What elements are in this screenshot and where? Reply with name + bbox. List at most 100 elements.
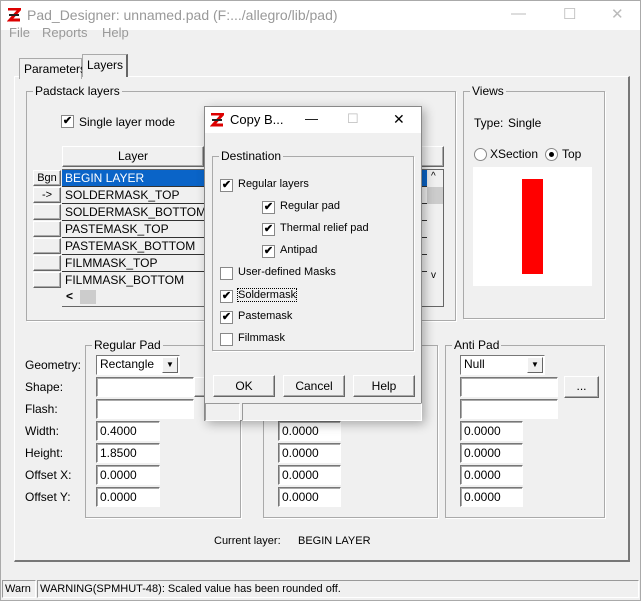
padstack-layers-label: Padstack layers — [33, 84, 122, 98]
row-button[interactable] — [33, 204, 61, 220]
row-button[interactable]: -> — [33, 187, 61, 203]
chevron-down-icon[interactable]: ▼ — [527, 357, 543, 373]
dialog-title-bar: Copy B... — ☐ ✕ — [205, 107, 421, 133]
layer-column-header[interactable]: Layer — [62, 146, 204, 167]
vscroll-thumb[interactable] — [427, 187, 443, 204]
type-value: Single — [508, 116, 542, 130]
dialog-maximize-button[interactable]: ☐ — [347, 111, 359, 127]
pad-preview — [473, 167, 592, 286]
option-checkbox[interactable]: ✔ — [262, 223, 275, 236]
option-label: Pastemask — [238, 310, 293, 322]
option-checkbox[interactable] — [220, 267, 233, 280]
app-logo-icon — [210, 113, 224, 127]
dialog-title: Copy B... — [230, 112, 284, 127]
tab-layers[interactable]: Layers — [82, 54, 128, 77]
dialog-status-right — [242, 403, 422, 421]
help-button[interactable]: Help — [353, 375, 415, 397]
option-checkbox[interactable] — [220, 333, 233, 346]
row-button[interactable] — [33, 255, 61, 271]
regular-pad-label: Regular Pad — [92, 338, 163, 352]
thermal-offset-y-input[interactable]: 0.0000 — [278, 487, 341, 507]
type-label: Type: — [474, 116, 504, 130]
xsection-label: XSection — [490, 147, 539, 161]
app-logo-icon — [7, 8, 21, 22]
option-label: Regular pad — [280, 200, 340, 212]
width-label: Width: — [25, 424, 60, 438]
dialog-close-button[interactable]: ✕ — [393, 111, 405, 128]
option-label: Filmmask — [238, 332, 286, 344]
thermal-width-input[interactable]: 0.0000 — [278, 421, 341, 441]
top-radio[interactable] — [545, 148, 558, 161]
anti-shape-input[interactable] — [460, 377, 558, 397]
minimize-button[interactable]: — — [511, 5, 526, 22]
current-layer-value: BEGIN LAYER — [298, 535, 371, 547]
option-label: User-defined Masks — [238, 266, 336, 278]
copy-dialog: Copy B... — ☐ ✕ Destination ✔ Regular lay… — [204, 106, 422, 421]
regular-offset-y-input[interactable]: 0.0000 — [96, 487, 160, 507]
anti-height-input[interactable]: 0.0000 — [460, 443, 523, 463]
top-label: Top — [562, 147, 582, 161]
geometry-label: Geometry: — [25, 358, 82, 372]
destination-label: Destination — [219, 149, 284, 163]
dialog-status-left — [205, 403, 240, 421]
scroll-up-icon[interactable]: ^ — [431, 171, 436, 182]
row-button[interactable] — [33, 272, 61, 288]
menu-help[interactable]: Help — [102, 25, 129, 40]
status-level: Warn — [2, 580, 36, 598]
single-layer-mode-checkbox[interactable]: ✔ — [61, 115, 74, 128]
single-layer-mode-label: Single layer mode — [79, 115, 176, 129]
anti-shape-browse-button[interactable]: ... — [564, 376, 599, 398]
ok-button[interactable]: OK — [213, 375, 275, 397]
anti-width-input[interactable]: 0.0000 — [460, 421, 523, 441]
dialog-minimize-button[interactable]: — — [305, 111, 318, 126]
column-header-2[interactable] — [420, 146, 444, 167]
title-bar: Pad_Designer: unnamed.pad (F:.../allegro… — [1, 1, 640, 30]
scroll-left-icon[interactable]: < — [66, 289, 73, 303]
regular-width-input[interactable]: 0.4000 — [96, 421, 160, 441]
regular-height-input[interactable]: 1.8500 — [96, 443, 160, 463]
status-message: WARNING(SPMHUT-48): Scaled value has bee… — [37, 580, 639, 598]
shape-label: Shape: — [25, 380, 64, 394]
anti-offset-x-input[interactable]: 0.0000 — [460, 465, 523, 485]
window-title: Pad_Designer: unnamed.pad (F:.../allegro… — [27, 7, 338, 23]
regular-offset-x-input[interactable]: 0.0000 — [96, 465, 160, 485]
menu-file[interactable]: File — [9, 25, 30, 40]
regular-geometry-select[interactable]: Rectangle ▼ — [96, 355, 180, 375]
maximize-button[interactable]: ☐ — [563, 5, 576, 23]
option-checkbox[interactable]: ✔ — [262, 245, 275, 258]
row-button[interactable] — [33, 238, 61, 254]
scroll-thumb[interactable] — [80, 290, 96, 304]
offset-x-label: Offset X: — [25, 468, 72, 482]
row-button[interactable]: Bgn — [33, 170, 61, 186]
option-checkbox[interactable]: ✔ — [220, 290, 233, 303]
anti-offset-y-input[interactable]: 0.0000 — [460, 487, 523, 507]
option-checkbox[interactable]: ✔ — [262, 201, 275, 214]
chevron-down-icon[interactable]: ▼ — [162, 357, 178, 373]
offset-y-label: Offset Y: — [25, 490, 71, 504]
anti-flash-input[interactable] — [460, 399, 558, 419]
regular-flash-input[interactable] — [96, 399, 194, 419]
thermal-offset-x-input[interactable]: 0.0000 — [278, 465, 341, 485]
regular-shape-input[interactable] — [96, 377, 194, 397]
anti-geometry-select[interactable]: Null ▼ — [460, 355, 545, 375]
menu-reports[interactable]: Reports — [42, 25, 88, 40]
close-button[interactable]: ✕ — [611, 5, 624, 23]
anti-pad-label: Anti Pad — [452, 338, 502, 352]
option-label: Antipad — [280, 244, 318, 256]
xsection-radio[interactable] — [474, 148, 487, 161]
cancel-button[interactable]: Cancel — [283, 375, 345, 397]
option-label: Soldermask — [236, 288, 298, 302]
option-label: Regular layers — [238, 178, 309, 190]
regular-geometry-value: Rectangle — [100, 357, 155, 371]
row-button[interactable] — [33, 221, 61, 237]
thermal-height-input[interactable]: 0.0000 — [278, 443, 341, 463]
vertical-scrollbar[interactable]: ^ v — [427, 170, 443, 288]
option-label: Thermal relief pad — [280, 222, 369, 234]
option-checkbox[interactable]: ✔ — [220, 179, 233, 192]
current-layer-label: Current layer: — [214, 535, 281, 547]
flash-label: Flash: — [25, 402, 58, 416]
views-label: Views — [470, 84, 506, 98]
scroll-down-icon[interactable]: v — [431, 270, 436, 281]
tab-parameters[interactable]: Parameters — [19, 58, 86, 79]
option-checkbox[interactable]: ✔ — [220, 311, 233, 324]
